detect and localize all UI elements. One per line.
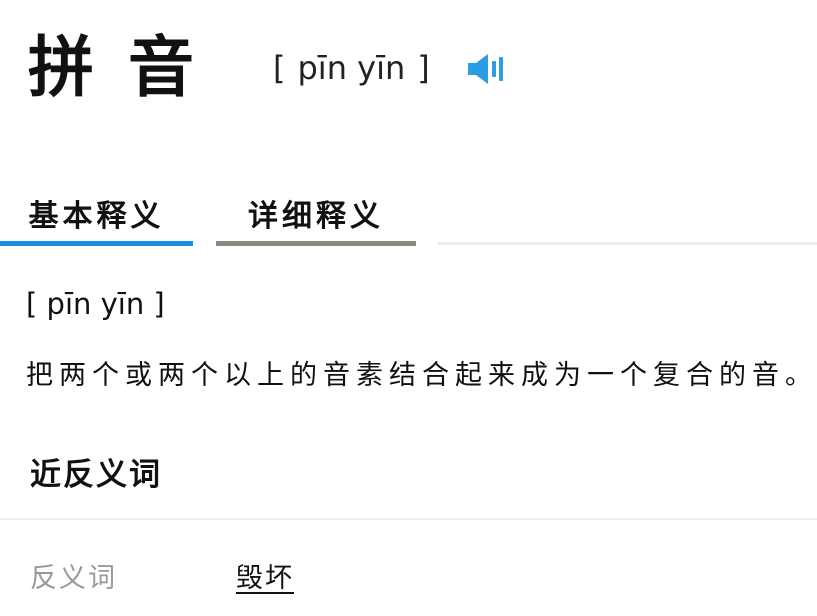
tab-detailed-definition[interactable]: 详细释义 xyxy=(216,180,416,246)
synonym-antonym-heading: 近反义词 xyxy=(30,457,162,493)
headword: 拼音 xyxy=(28,28,228,106)
speaker-icon[interactable] xyxy=(466,52,510,86)
tab-track-line xyxy=(437,242,817,245)
antonym-link[interactable]: 毁坏 xyxy=(236,565,294,592)
tab-indicator-active xyxy=(0,241,193,246)
definition-text: 把两个或两个以上的音素结合起来成为一个复合的音。 xyxy=(26,360,817,391)
tab-bar: 基本释义 详细释义 xyxy=(0,180,817,250)
pinyin-text: pīn yīn xyxy=(297,49,406,87)
tab-indicator-inactive xyxy=(216,241,416,246)
definition-pinyin: [ pīn yīn ] xyxy=(26,287,165,321)
tab-basic-definition[interactable]: 基本释义 xyxy=(0,180,193,246)
pinyin-open-bracket: [ xyxy=(273,49,286,87)
section-divider xyxy=(0,518,817,520)
pinyin-close-bracket: ] xyxy=(417,49,430,87)
headword-pinyin: [ pīn yīn ] xyxy=(273,52,430,84)
antonym-label: 反义词 xyxy=(30,563,117,594)
